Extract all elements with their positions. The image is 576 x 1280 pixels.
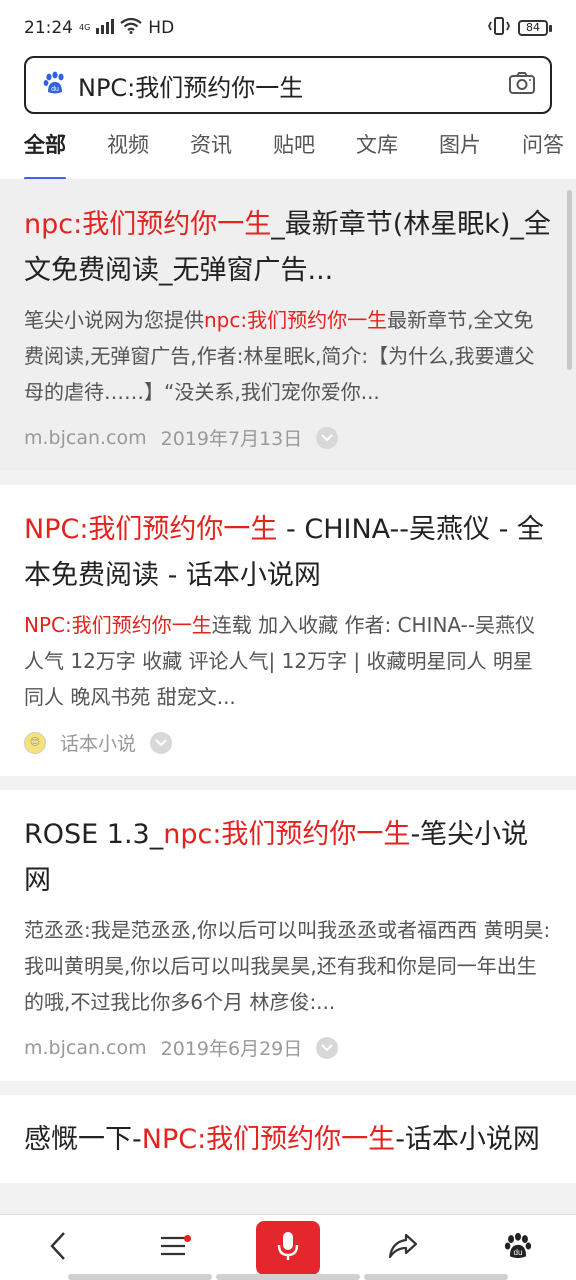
share-button[interactable] bbox=[371, 1221, 435, 1275]
result-source: m.bjcan.com bbox=[24, 1036, 147, 1059]
tab-news[interactable]: 资讯 bbox=[190, 114, 232, 179]
result-title[interactable]: 感慨一下-NPC:我们预约你一生-话本小说网 bbox=[24, 1117, 552, 1163]
title-prefix: 感慨一下- bbox=[24, 1124, 142, 1155]
result-source: 话本小说 bbox=[60, 733, 137, 755]
status-left: 21:24 4G HD bbox=[24, 17, 175, 39]
results-list: npc:我们预约你一生_最新章节(林星眠k)_全文免费阅读_无弹窗广告... 笔… bbox=[0, 180, 576, 1214]
status-right: 84 bbox=[487, 16, 552, 40]
battery-level: 84 bbox=[518, 20, 548, 36]
title-prefix: ROSE 1.3_ bbox=[24, 819, 164, 850]
title-highlight: npc:我们预约你一生 bbox=[24, 209, 272, 240]
gesture-bar bbox=[68, 1274, 508, 1280]
tab-all[interactable]: 全部 bbox=[24, 114, 66, 179]
result-card[interactable]: ROSE 1.3_npc:我们预约你一生-笔尖小说网 范丞丞:我是范丞丞,你以后… bbox=[0, 790, 576, 1081]
network-type: 4G bbox=[79, 23, 91, 32]
result-title[interactable]: ROSE 1.3_npc:我们预约你一生-笔尖小说网 bbox=[24, 812, 552, 904]
share-icon bbox=[388, 1233, 418, 1263]
status-time: 21:24 bbox=[24, 18, 73, 38]
result-meta: m.bjcan.com 2019年6月29日 bbox=[24, 1034, 552, 1061]
status-bar: 21:24 4G HD 84 bbox=[0, 0, 576, 56]
chevron-down-icon[interactable] bbox=[150, 731, 173, 754]
result-snippet: 笔尖小说网为您提供npc:我们预约你一生最新章节,全文免费阅读,无弹窗广告,作者… bbox=[24, 302, 552, 410]
title-rest: -话本小说网 bbox=[395, 1124, 540, 1155]
snippet-highlight: NPC:我们预约你一生 bbox=[24, 613, 212, 637]
snippet-highlight: npc:我们预约你一生 bbox=[204, 308, 388, 332]
result-date: 2019年6月29日 bbox=[160, 1038, 303, 1060]
bottom-nav: du bbox=[0, 1214, 576, 1280]
search-box[interactable]: du NPC:我们预约你一生 bbox=[24, 56, 552, 114]
notification-dot bbox=[183, 1234, 191, 1242]
title-highlight: NPC:我们预约你一生 bbox=[24, 514, 278, 545]
result-card[interactable]: NPC:我们预约你一生 - CHINA--吴燕仪 - 全本免费阅读 - 话本小说… bbox=[0, 485, 576, 776]
voice-search-button[interactable] bbox=[255, 1220, 320, 1275]
result-meta: 😊 话本小说 bbox=[24, 729, 552, 756]
result-card[interactable]: npc:我们预约你一生_最新章节(林星眠k)_全文免费阅读_无弹窗广告... 笔… bbox=[0, 180, 576, 471]
category-tabs: 全部 视频 资讯 贴吧 文库 图片 问答 bbox=[0, 114, 576, 180]
title-highlight: npc:我们预约你一生 bbox=[163, 819, 411, 850]
back-arrow-icon bbox=[48, 1231, 68, 1265]
result-snippet: 范丞丞:我是范丞丞,你以后可以叫我丞丞或者福西西 黄明昊:我叫黄明昊,你以后可以… bbox=[24, 918, 551, 1014]
result-source: m.bjcan.com bbox=[24, 426, 147, 449]
result-title[interactable]: NPC:我们预约你一生 - CHINA--吴燕仪 - 全本免费阅读 - 话本小说… bbox=[24, 507, 552, 599]
svg-text:du: du bbox=[514, 1248, 523, 1257]
site-logo-icon: 😊 bbox=[24, 731, 46, 754]
menu-icon bbox=[159, 1234, 187, 1262]
hd-label: HD bbox=[148, 18, 175, 38]
vibrate-icon bbox=[487, 16, 511, 40]
snippet-prefix: 笔尖小说网为您提供 bbox=[24, 308, 204, 332]
baidu-home-icon: du bbox=[503, 1231, 533, 1265]
tab-tieba[interactable]: 贴吧 bbox=[273, 114, 315, 179]
result-snippet: NPC:我们预约你一生连载 加入收藏 作者: CHINA--吴燕仪 人气 12万… bbox=[24, 607, 552, 715]
result-card[interactable]: 感慨一下-NPC:我们预约你一生-话本小说网 bbox=[0, 1095, 576, 1183]
title-highlight: NPC:我们预约你一生 bbox=[141, 1124, 396, 1155]
signal-icon bbox=[96, 18, 115, 39]
tab-wenku[interactable]: 文库 bbox=[356, 114, 398, 179]
wifi-icon bbox=[120, 17, 142, 39]
back-button[interactable] bbox=[26, 1221, 90, 1275]
microphone-icon bbox=[276, 1230, 300, 1266]
search-input[interactable]: NPC:我们预约你一生 bbox=[78, 68, 508, 103]
menu-button[interactable] bbox=[141, 1221, 205, 1275]
scrollbar[interactable] bbox=[567, 190, 572, 370]
tab-video[interactable]: 视频 bbox=[107, 114, 149, 179]
chevron-down-icon[interactable] bbox=[316, 1036, 339, 1059]
camera-icon[interactable] bbox=[508, 71, 536, 99]
battery-icon: 84 bbox=[518, 20, 552, 36]
home-button[interactable]: du bbox=[486, 1221, 550, 1275]
svg-text:du: du bbox=[51, 86, 59, 93]
chevron-down-icon[interactable] bbox=[316, 426, 339, 449]
tab-images[interactable]: 图片 bbox=[439, 114, 481, 179]
baidu-paw-icon: du bbox=[42, 70, 68, 100]
result-date: 2019年7月13日 bbox=[160, 428, 303, 450]
result-title[interactable]: npc:我们预约你一生_最新章节(林星眠k)_全文免费阅读_无弹窗广告... bbox=[24, 202, 552, 294]
result-meta: m.bjcan.com 2019年7月13日 bbox=[24, 424, 552, 451]
tab-qa[interactable]: 问答 bbox=[522, 114, 564, 179]
